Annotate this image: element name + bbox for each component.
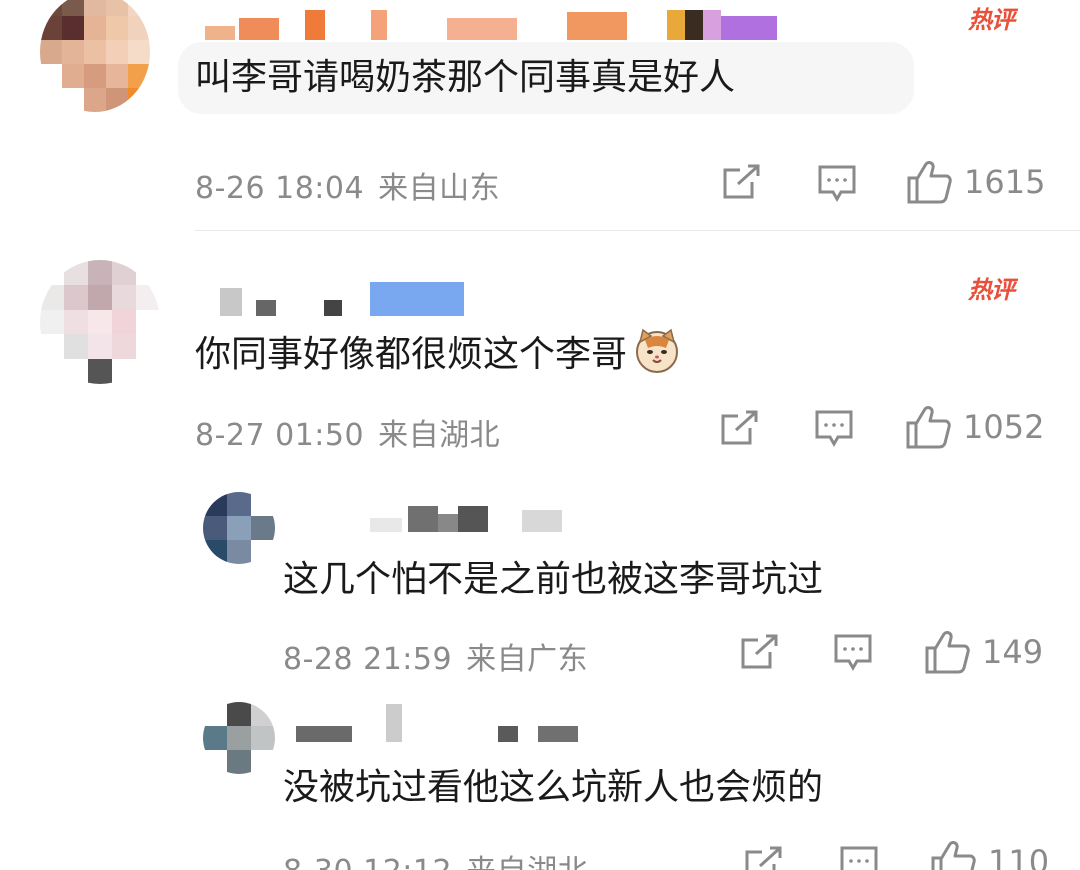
share-button[interactable] (744, 846, 784, 870)
reply-icon (840, 846, 878, 870)
comment-meta: 8-28 21:59 来自广东 (283, 634, 588, 678)
hot-comment-badge: 热评 (968, 276, 1015, 304)
comment-meta: 8-30 12:12 来自湖北 (283, 846, 588, 870)
share-icon (723, 164, 760, 199)
thumbs-up-icon (931, 841, 976, 870)
reply-button[interactable] (834, 634, 872, 672)
hot-comment-badge: 热评 (968, 6, 1015, 34)
comment-location: 来自湖北 (466, 854, 588, 870)
comment-meta: 8-26 18:04 来自山东 (195, 163, 500, 207)
comment-date: 8-26 18:04 (195, 171, 365, 206)
share-icon (721, 410, 758, 445)
username-redacted[interactable] (370, 492, 562, 532)
avatar[interactable] (203, 492, 275, 564)
comment-text[interactable]: 叫李哥请喝奶茶那个同事真是好人 (195, 54, 735, 102)
comment-location: 来自山东 (378, 171, 501, 206)
thumbs-up-icon (907, 161, 952, 204)
comment-text-content: 你同事好像都很烦这个李哥 (195, 334, 628, 375)
like-count: 1052 (963, 408, 1045, 446)
comment-meta: 8-27 01:50 来自湖北 (195, 410, 500, 454)
like-count: 1615 (964, 163, 1046, 201)
like-button[interactable]: 110 (930, 840, 1049, 870)
username-redacted[interactable] (220, 276, 464, 316)
thumbs-up-icon (925, 631, 970, 674)
comment-text[interactable]: 这几个怕不是之前也被这李哥坑过 (283, 556, 823, 604)
cat-emoji-icon (636, 328, 679, 373)
like-count: 149 (982, 633, 1044, 671)
like-button[interactable]: 1052 (905, 405, 1044, 449)
share-button[interactable] (740, 634, 780, 670)
comment-date: 8-30 12:12 (283, 854, 452, 870)
reply-icon (815, 410, 853, 448)
reply-button[interactable] (840, 846, 878, 870)
comment-location: 来自广东 (466, 642, 589, 677)
comment-location: 来自湖北 (378, 418, 501, 453)
reply-icon (818, 165, 856, 203)
avatar[interactable] (40, 260, 160, 384)
username-redacted[interactable] (296, 702, 578, 742)
share-button[interactable] (722, 164, 762, 200)
reply-item: 这几个怕不是之前也被这李哥坑过 8-28 21:59 来自广东 149 (0, 480, 1080, 680)
comment-item: 热评 叫李哥请喝奶茶那个同事真是好人 8-26 18:04 来自山东 1615 (0, 0, 1080, 230)
comment-date: 8-28 21:59 (283, 642, 453, 677)
thumbs-up-icon (906, 406, 951, 449)
like-button[interactable]: 1615 (906, 160, 1045, 204)
reply-button[interactable] (818, 165, 856, 203)
comment-item: 热评 你同事好像都很烦这个李哥 8-27 01:50 来自湖北 1052 (0, 250, 1080, 470)
divider (195, 230, 1080, 231)
like-button[interactable]: 149 (924, 630, 1043, 674)
reply-item: 没被坑过看他这么坑新人也会烦的 8-30 12:12 来自湖北 110 (0, 690, 1080, 870)
avatar[interactable] (40, 0, 150, 112)
share-button[interactable] (720, 410, 760, 446)
avatar[interactable] (203, 702, 275, 774)
reply-button[interactable] (815, 410, 853, 448)
username-redacted[interactable] (205, 0, 777, 40)
comment-date: 8-27 01:50 (195, 418, 365, 453)
reply-icon (834, 634, 872, 672)
comment-text[interactable]: 没被坑过看他这么坑新人也会烦的 (283, 764, 823, 812)
comment-text[interactable]: 你同事好像都很烦这个李哥 (195, 326, 681, 379)
share-icon (745, 846, 782, 870)
share-icon (741, 634, 778, 669)
like-count: 110 (988, 843, 1050, 870)
